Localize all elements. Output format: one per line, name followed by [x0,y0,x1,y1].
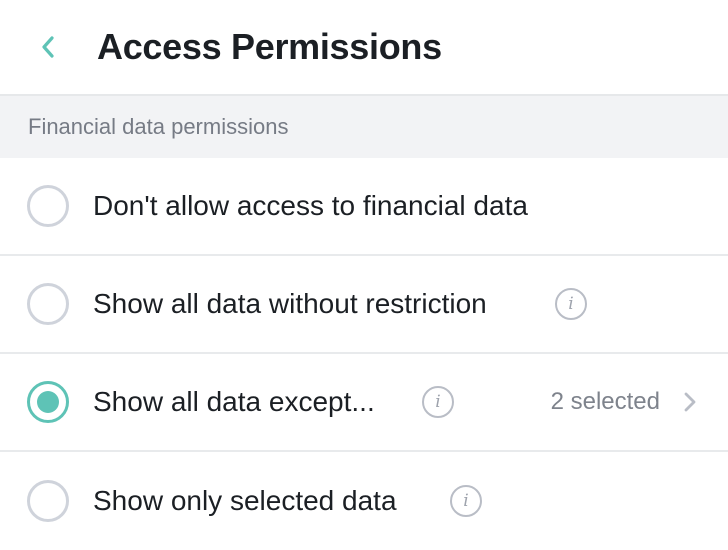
option-label: Don't allow access to financial data [93,190,528,221]
info-icon[interactable]: i [555,288,587,320]
radio-button[interactable] [27,480,69,522]
info-icon[interactable]: i [422,386,454,418]
page-title: Access Permissions [97,26,442,67]
option-show-only-selected[interactable]: Show only selected data i [0,452,728,550]
option-show-all-except[interactable]: Show all data except... i 2 selected [0,354,728,452]
option-no-access[interactable]: Don't allow access to financial data [0,158,728,256]
section-heading: Financial data permissions [28,114,289,139]
selection-count: 2 selected [550,388,660,415]
radio-button[interactable] [27,185,69,227]
permission-options-list: Don't allow access to financial data Sho… [0,158,728,550]
option-label: Show all data without restriction [93,288,487,319]
option-label: Show only selected data [93,485,397,516]
section-header: Financial data permissions [0,96,728,158]
app-header: Access Permissions [0,0,728,96]
chevron-left-icon [42,36,54,58]
chevron-right-icon [684,392,696,412]
option-show-all[interactable]: Show all data without restriction i [0,256,728,354]
option-label: Show all data except... [93,386,375,417]
radio-button[interactable] [27,283,69,325]
back-button[interactable] [36,32,60,62]
info-icon[interactable]: i [450,485,482,517]
radio-button-selected[interactable] [27,381,69,423]
